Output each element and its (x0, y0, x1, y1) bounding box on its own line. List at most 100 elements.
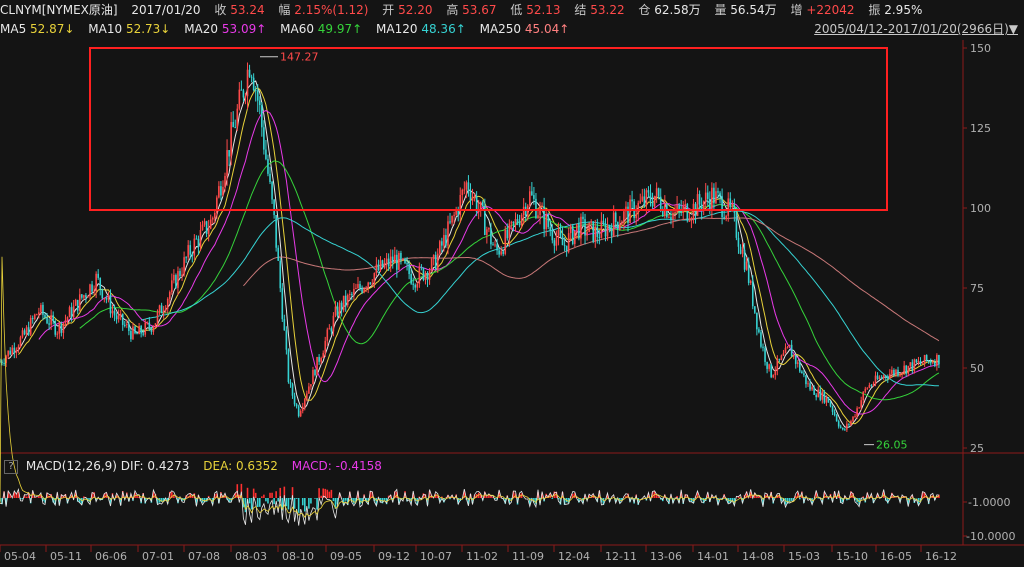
candle-body (173, 275, 175, 281)
candle-body (334, 306, 337, 316)
candle-body (89, 284, 91, 297)
candle-body (398, 253, 400, 270)
candle-body (130, 330, 132, 340)
x-tick-label: 08-03 (235, 550, 267, 563)
candle-body (839, 426, 842, 428)
x-tick-label: 09-12 (378, 550, 410, 563)
candle-body (369, 282, 372, 284)
ma5-line (7, 80, 940, 428)
x-tick-label: 14-08 (742, 550, 774, 563)
candle-body (733, 205, 736, 213)
candle-body (884, 375, 887, 378)
candle-body (878, 377, 881, 379)
candle-body (500, 251, 502, 255)
x-tick-label: 15-03 (788, 550, 820, 563)
candle-body (346, 294, 349, 306)
candle-body (565, 245, 568, 252)
dea-label: DEA: (203, 459, 233, 473)
candle-body (821, 391, 824, 400)
candle-body (803, 373, 805, 376)
candle-body (741, 249, 744, 254)
help-icon[interactable]: ? (4, 459, 18, 474)
candle-body (361, 288, 363, 293)
candle-body (326, 329, 329, 341)
macd-y-tick-label: -10.0000 (966, 530, 1015, 543)
candle-body (232, 122, 234, 128)
x-tick-label: 16-12 (925, 550, 957, 563)
candle-body (729, 198, 732, 207)
candle-body (837, 421, 840, 427)
candle-body (197, 238, 200, 247)
candle-body (488, 228, 490, 230)
candle-body (715, 191, 717, 204)
candle-body (418, 266, 421, 284)
candle-body (735, 212, 738, 238)
candle-body (447, 221, 449, 246)
candle-body (559, 229, 562, 236)
candle-body (303, 398, 306, 407)
candle-body (410, 274, 412, 284)
candle-body (209, 219, 212, 229)
candle-body (631, 199, 633, 202)
candle-body (377, 264, 380, 271)
candle-body (909, 362, 912, 366)
candle-body (340, 302, 343, 311)
candle-body (860, 400, 862, 408)
candle-body (166, 298, 169, 309)
candle-body (921, 362, 924, 364)
candle-body (164, 308, 167, 311)
candle-body (261, 105, 263, 128)
candle-body (549, 227, 552, 231)
candle-body (273, 199, 275, 216)
candle-body (228, 150, 230, 157)
ma60-line (79, 160, 940, 401)
candle-body (220, 186, 222, 196)
candle-body (428, 271, 431, 280)
candle-body (265, 149, 267, 160)
candle-body (913, 359, 916, 371)
candle-body (823, 391, 826, 403)
candle-body (101, 288, 104, 299)
candle-body (637, 202, 640, 214)
candle-body (917, 361, 920, 363)
candle-body (600, 220, 603, 238)
candle-body (78, 294, 81, 311)
candle-body (383, 263, 386, 268)
candle-body (897, 369, 899, 376)
price-chart[interactable]: 147.27 26.05 150 125 100 75 50 25 05-04 05-11 06… (0, 0, 1024, 567)
candle-body (835, 414, 838, 422)
candle-body (749, 281, 752, 283)
candle-body (295, 404, 298, 407)
candle-body (207, 228, 210, 234)
candle-body (604, 223, 607, 237)
candle-body (545, 214, 547, 230)
candle-body (463, 189, 466, 191)
candle-body (817, 389, 820, 398)
candle-body (203, 221, 206, 225)
dea-value: 0.6352 (235, 459, 278, 473)
candle-body (547, 214, 550, 228)
candle-body (285, 330, 288, 350)
candle-body (316, 356, 318, 376)
candle-body (911, 362, 914, 371)
candle-body (451, 215, 453, 223)
candle-body (240, 89, 243, 91)
candle-body (443, 235, 445, 246)
candle-body (496, 244, 498, 251)
candle-body (351, 293, 353, 295)
candle-body (95, 273, 97, 292)
candle-body (743, 249, 746, 270)
x-tick-label: 12-04 (558, 550, 590, 563)
candle-body (792, 355, 795, 357)
candle-body (643, 196, 646, 206)
x-tick-label: 16-05 (880, 550, 912, 563)
candle-body (453, 214, 455, 216)
candle-body (115, 315, 118, 320)
x-tick-label: 07-01 (142, 550, 174, 563)
candle-body (739, 246, 742, 254)
moving-average-lines (7, 80, 940, 428)
candle-body (162, 310, 165, 314)
candle-body (537, 215, 539, 218)
candle-body (144, 322, 147, 335)
candle-body (449, 221, 451, 223)
